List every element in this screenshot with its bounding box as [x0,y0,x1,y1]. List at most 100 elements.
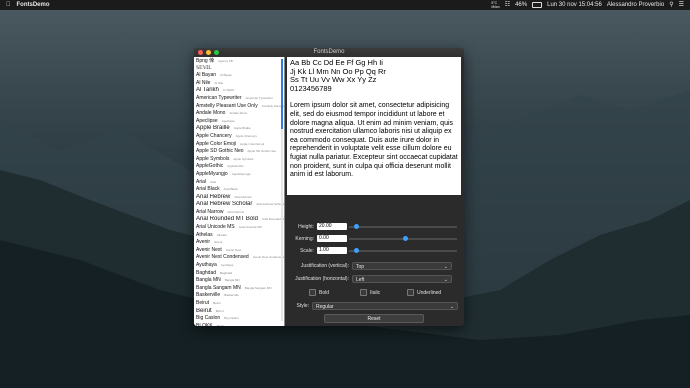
close-icon[interactable] [198,50,203,55]
font-list-item[interactable]: BLOKK Blokk [194,323,284,326]
font-sub-name: Baskerville [224,293,239,298]
font-name: BLOKK [196,322,213,326]
font-list-item[interactable]: Al Nile Al Nile [194,80,284,88]
apple-icon[interactable]:  [6,0,11,10]
font-list-item[interactable]: Apple Braille Apple Braille [194,125,284,133]
font-list-item[interactable]: Arial Narrow Arial Narrow [194,209,284,217]
scale-slider[interactable] [349,248,457,253]
font-sub-name: Beirut [215,308,224,313]
font-list-item[interactable]: Avenir Next Avenir Next [194,247,284,255]
font-sub-name: Avenir Next Condensed [252,255,284,260]
font-list-item[interactable]: Andale Mono Andale Mono [194,110,284,118]
font-list-item[interactable]: Arial Hebrew Scholar Arial Hebrew Scholar [194,201,284,209]
font-list-item[interactable]: Baskerville Baskerville [194,292,284,300]
font-name: Arial Black [196,186,220,193]
font-sub-name: Agency FB [218,59,233,63]
font-list-item[interactable]: Avenir Avenir [194,239,284,247]
bold-checkbox[interactable] [309,289,316,296]
window-titlebar[interactable]: FontsDemo [194,48,464,57]
font-list-item[interactable]: Big Caslon Big Caslon [194,315,284,323]
font-sub-name: Andale Mono [229,111,248,116]
font-list-item[interactable]: Avenir Next Condensed Avenir Next Condens… [194,254,284,262]
font-list-item[interactable]: Arial Unicode MS Arial Unicode MS [194,224,284,232]
font-list-item[interactable]: Bangla MN Bangla MN [194,277,284,285]
height-label: Height: [298,223,314,230]
app-menu-title[interactable]: FontsDemo [17,0,50,10]
font-name: Arial Narrow [196,208,224,215]
font-list-item[interactable]: AppleGothic AppleGothic [194,163,284,171]
font-list-item[interactable]: Arial Arial [194,179,284,187]
weather-widget[interactable]: 5°C Milan [491,1,499,9]
font-list-item[interactable]: Bpng 倖 Agency FB [194,57,284,65]
font-sub-name: Big Caslon [224,316,239,321]
height-field[interactable]: 20.00 [317,223,347,230]
font-list-item[interactable]: Arial Rounded MT BoldArial Rounded MT Bo… [194,216,284,224]
font-list-item[interactable]: Apple Symbols Apple Symbols [194,156,284,164]
style-select[interactable]: Regular ⌄ [312,302,458,310]
font-name: Apple SD Gothic Neo [196,148,244,155]
chevron-down-icon: ⌄ [449,304,454,310]
font-sub-name: AppleGothic [227,164,244,169]
font-sub-name: Apple Chancery [235,133,257,138]
font-list-item[interactable]: Apple SD Gothic Neo Apple SD Gothic Neo [194,148,284,156]
font-name: Arial Hebrew [196,193,231,200]
battery-icon[interactable] [532,2,543,8]
reset-button[interactable]: Reset [324,314,424,323]
menu-bar:  FontsDemo 5°C Milan ☷ 46% Lun 30 nov 1… [0,0,690,10]
kerning-field[interactable]: 0.00 [317,235,347,242]
font-sub-name: Bangla Sangam MN [244,285,272,290]
font-list-item[interactable]: Apple Chancery Apple Chancery [194,133,284,141]
scale-field[interactable]: 1.00 [317,247,347,254]
user-name[interactable]: Alessandro Proverbio [607,0,664,10]
font-list-scroll-thumb[interactable] [281,59,283,129]
vertical-justification-value: Top [356,264,365,270]
battery-text[interactable]: 46% [515,0,527,10]
zoom-icon[interactable] [214,50,219,55]
font-name: Amstelly Pleasant Use Only [196,102,258,109]
font-list-item[interactable]: Apple Color Emoji Apple Color Emoji [194,141,284,149]
font-sub-name: Avenir [214,240,223,245]
font-list-item[interactable]: Beirut Beirut [194,308,284,316]
vertical-justification-select[interactable]: Top ⌄ [352,262,452,270]
height-slider[interactable] [349,224,457,229]
font-list-item[interactable]: Baghdad Baghdad [194,270,284,278]
font-list-item[interactable]: Apeclipse Apeclipse [194,118,284,126]
font-list-item[interactable]: Bangla Sangam MN Bangla Sangam MN [194,285,284,293]
kerning-slider-thumb[interactable] [403,236,408,241]
font-name: Al Bayan [196,72,217,79]
underlined-label: Underlined [417,289,442,296]
menu-list-icon[interactable]: ☰ [679,0,684,10]
wifi-icon[interactable]: ☷ [505,0,510,10]
text-preview: Aa Bb Cc Dd Ee Ff Gg Hh Ii Jj Kk Ll Mm N… [287,57,461,195]
kerning-slider[interactable] [349,236,457,241]
font-name: Apple Symbols [196,155,230,162]
underlined-checkbox[interactable] [407,289,414,296]
font-name: Big Caslon [196,315,221,322]
font-sub-name: Apple Color Emoji [240,141,265,146]
font-name: Bpng 倖 [196,58,215,64]
font-list-item[interactable]: Arial Black Arial Black [194,186,284,194]
minimize-icon[interactable] [206,50,211,55]
font-name: 𝕊𝔼𝕍𝕀𝕃 [196,64,212,71]
scale-slider-thumb[interactable] [354,248,360,253]
vertical-justification-label: Justification (vertical): [300,263,349,269]
font-list-item[interactable]: American Typewriter American Typewriter [194,95,284,103]
font-sub-name: Arial Unicode MS [238,225,262,230]
font-list-item[interactable]: AppleMyungjo AppleMyungjo [194,171,284,179]
search-icon[interactable]: ⚲ [669,0,673,10]
height-slider-thumb[interactable] [354,224,360,229]
font-list-item[interactable]: Ayuthaya Ayuthaya [194,262,284,270]
font-list-item[interactable]: Al Bayan Al Bayan [194,72,284,80]
font-list-item[interactable]: Al Tarikh Al Tarikh [194,87,284,95]
datetime-clock[interactable]: Lun 30 nov 15:04:56 [547,0,602,10]
horizontal-justification-select[interactable]: Left ⌄ [352,275,452,283]
font-list-item[interactable]: Beirut Beirut [194,300,284,308]
font-name: Al Tarikh [196,87,219,94]
font-list-item[interactable]: Athelas Athelas [194,232,284,240]
italic-checkbox[interactable] [360,289,367,296]
font-list-item[interactable]: Amstelly Pleasant Use OnlyAmstelly Perso… [194,103,284,111]
font-list[interactable]: Bpng 倖 Agency FB 𝕊𝔼𝕍𝕀𝕃 Al Bayan Al Bayan Al N… [194,57,285,326]
font-list-item[interactable]: Arial Hebrew Arial Hebrew [194,194,284,202]
font-list-item[interactable]: 𝕊𝔼𝕍𝕀𝕃 [194,65,284,73]
scale-label: Scale: [300,247,314,254]
